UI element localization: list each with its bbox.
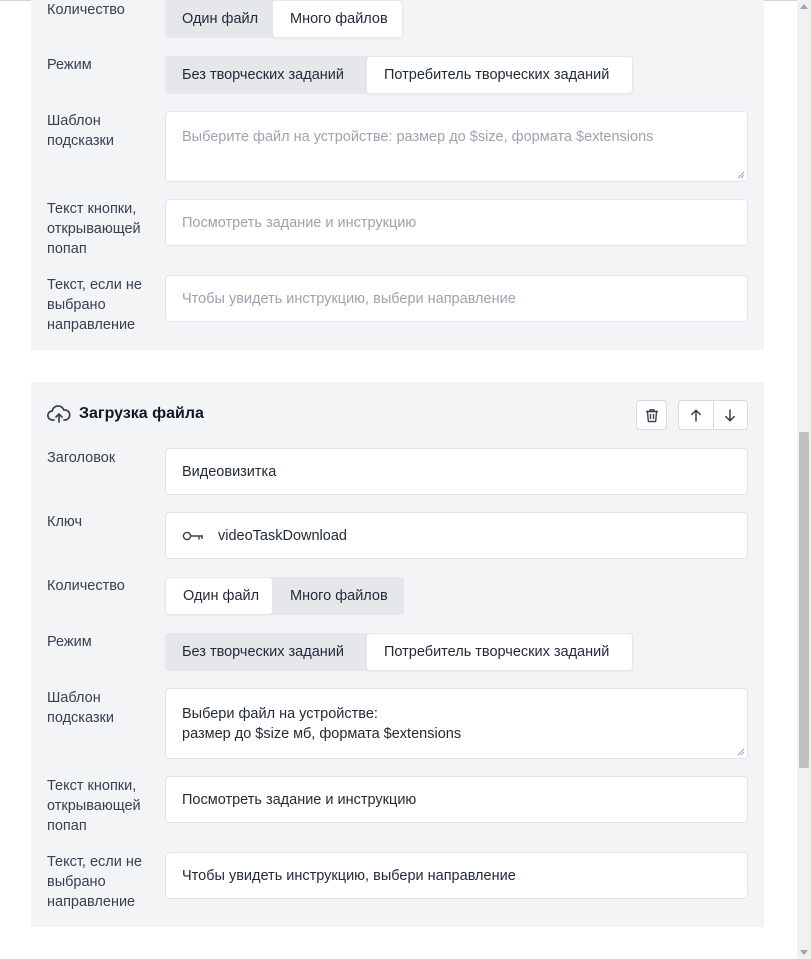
hint-template-textarea[interactable]: Выбери файл на устройстве: размер до $si… — [165, 688, 748, 759]
resize-handle-icon[interactable] — [737, 171, 745, 179]
no-direction-text-label: Текст, если не выбрано направление — [47, 277, 142, 333]
button-text-value: Посмотреть задание и инструкцию — [182, 791, 417, 808]
no-direction-text-input[interactable]: Чтобы увидеть инструкцию, выбери направл… — [165, 275, 748, 322]
button-text-input[interactable]: Посмотреть задание и инструкцию — [165, 199, 748, 246]
quantity-option-multiple[interactable]: Много файлов — [273, 577, 404, 615]
mode-option-no-tasks[interactable]: Без творческих заданий — [165, 56, 366, 94]
no-direction-text-placeholder: Чтобы увидеть инструкцию, выбери направл… — [182, 290, 516, 307]
mode-option-consumer[interactable]: Потребитель творческих заданий — [366, 633, 633, 671]
hint-template-textarea[interactable]: Выберите файл на устройстве: размер до $… — [165, 111, 748, 182]
mode-segmented-control: Без творческих заданий Потребитель творч… — [165, 633, 633, 671]
resize-handle-icon[interactable] — [737, 748, 745, 756]
hint-template-label: Шаблон подсказки — [47, 690, 114, 726]
quantity-segmented-control: Один файл Много файлов — [165, 0, 403, 38]
hint-template-value: Выбери файл на устройстве: размер до $si… — [182, 706, 462, 742]
trash-icon — [645, 408, 658, 422]
key-input[interactable]: videoTaskDownload — [165, 512, 748, 559]
hint-template-label: Шаблон подсказки — [47, 113, 114, 149]
quantity-segmented-control: Один файл Много файлов — [165, 577, 404, 615]
quantity-label: Количество — [47, 2, 125, 18]
hint-template-placeholder: Выберите файл на устройстве: размер до $… — [182, 129, 654, 145]
move-down-button[interactable] — [714, 401, 748, 429]
scroll-down-arrow-icon[interactable] — [800, 950, 808, 955]
arrow-up-icon — [690, 409, 701, 422]
key-label: Ключ — [47, 514, 83, 530]
quantity-option-single[interactable]: Один файл — [165, 577, 273, 615]
mode-option-no-tasks[interactable]: Без творческих заданий — [165, 633, 366, 671]
scrollbar-thumb[interactable] — [799, 432, 809, 768]
key-icon — [182, 531, 204, 541]
arrow-down-icon — [725, 408, 736, 421]
mode-label: Режим — [47, 57, 92, 73]
block-title: Загрузка файла — [79, 405, 204, 422]
no-direction-text-label: Текст, если не выбрано направление — [47, 854, 142, 910]
mode-label: Режим — [47, 634, 92, 650]
header-label: Заголовок — [47, 450, 116, 466]
cloud-upload-icon — [47, 405, 71, 423]
quantity-option-multiple[interactable]: Много файлов — [272, 0, 403, 38]
button-text-label: Текст кнопки, открывающей попап — [47, 201, 141, 257]
header-value: Видеовизитка — [182, 463, 277, 480]
mode-option-consumer[interactable]: Потребитель творческих заданий — [366, 56, 633, 94]
no-direction-text-input[interactable]: Чтобы увидеть инструкцию, выбери направл… — [165, 852, 748, 899]
header-input[interactable]: Видеовизитка — [165, 448, 748, 495]
mode-segmented-control: Без творческих заданий Потребитель творч… — [165, 56, 633, 94]
scrollbar[interactable] — [797, 0, 811, 959]
no-direction-text-value: Чтобы увидеть инструкцию, выбери направл… — [182, 867, 516, 884]
quantity-option-single[interactable]: Один файл — [165, 0, 272, 38]
button-text-label: Текст кнопки, открывающей попап — [47, 778, 141, 834]
delete-block-button[interactable] — [636, 400, 667, 430]
quantity-label: Количество — [47, 578, 125, 594]
file-upload-block-2: Загрузка файла Заголовок Видеовизитка Кл… — [31, 382, 764, 927]
button-text-input[interactable]: Посмотреть задание и инструкцию — [165, 776, 748, 823]
button-text-placeholder: Посмотреть задание и инструкцию — [182, 214, 417, 231]
file-upload-block-1: Количество Один файл Много файлов Режим … — [31, 0, 764, 350]
scroll-up-arrow-icon[interactable] — [800, 4, 808, 9]
reorder-button-group — [678, 400, 748, 430]
key-value: videoTaskDownload — [218, 527, 347, 544]
move-up-button[interactable] — [679, 401, 714, 429]
